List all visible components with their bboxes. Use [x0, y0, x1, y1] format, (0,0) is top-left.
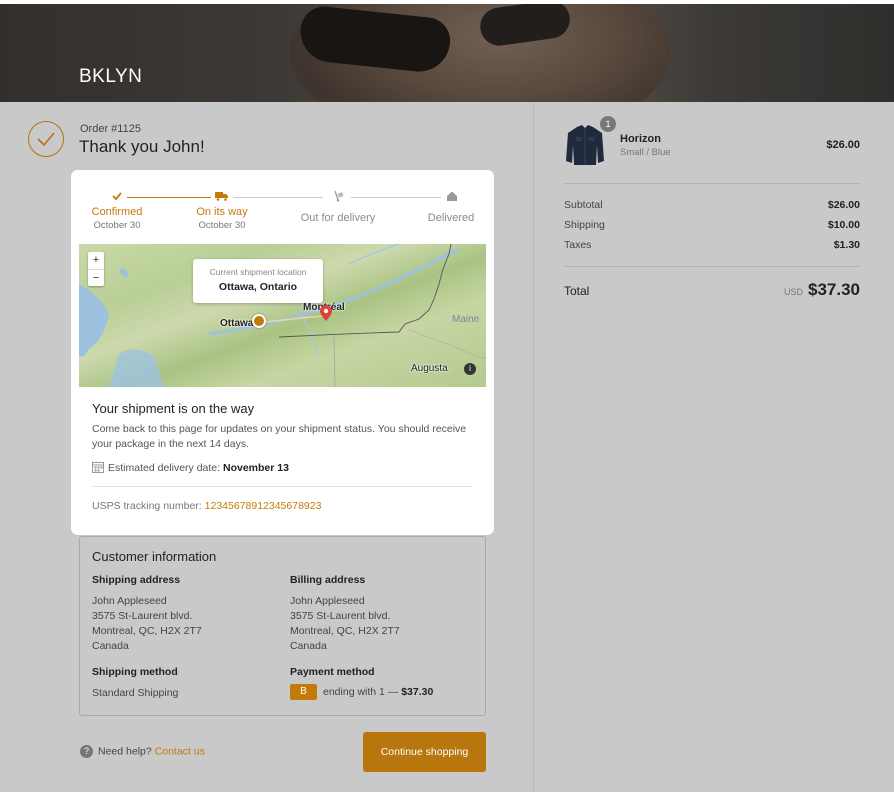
step-on-its-way: On its way October 30: [172, 206, 272, 231]
column-divider: [533, 102, 534, 792]
shipment-status-heading: Your shipment is on the way: [92, 401, 255, 416]
map-info-icon[interactable]: i: [464, 363, 476, 375]
product-name: Horizon: [620, 133, 661, 145]
shipping-row: Shipping $10.00: [564, 219, 860, 231]
tooltip-location: Ottawa, Ontario: [218, 281, 298, 293]
zoom-in-button[interactable]: +: [88, 252, 104, 270]
address-line: John Appleseed: [290, 595, 365, 607]
step-label: Delivered: [427, 212, 475, 224]
address-line: Canada: [92, 640, 129, 652]
tracking-label: USPS tracking number:: [92, 500, 202, 512]
shipping-method: Shipping method Standard Shipping: [92, 665, 178, 701]
shipment-status-description: Come back to this page for updates on yo…: [92, 423, 467, 450]
progress-line: [233, 197, 323, 198]
product-price: $26.00: [826, 139, 860, 151]
contact-us-link[interactable]: Contact us: [155, 745, 205, 757]
taxes-label: Taxes: [564, 239, 592, 251]
billing-address-title: Billing address: [290, 574, 366, 586]
shipment-status-card: Confirmed October 30 On its way October …: [79, 178, 486, 527]
dolly-icon: [333, 190, 345, 205]
step-delivered: Delivered: [401, 212, 501, 224]
order-number: Order #1125: [80, 123, 141, 135]
payment-card-icon: B: [290, 684, 317, 700]
address-line: John Appleseed: [92, 595, 167, 607]
eta-value: November 13: [222, 462, 289, 474]
shipping-label: Shipping: [564, 219, 605, 231]
taxes-value: $1.30: [833, 239, 860, 251]
store-logo[interactable]: BKLYN: [79, 66, 142, 88]
truck-icon: [215, 191, 229, 204]
house-icon: [446, 190, 458, 205]
header-banner: BKLYN: [0, 4, 894, 102]
address-line: Montreal, QC, H2X 2T7: [290, 625, 400, 637]
step-date: October 30: [198, 220, 246, 231]
address-line: 3575 St-Laurent blvd.: [290, 610, 391, 622]
summary-divider: [564, 266, 860, 267]
shipping-method-value: Standard Shipping: [92, 687, 179, 699]
calendar-icon: [92, 461, 104, 476]
taxes-row: Taxes $1.30: [564, 239, 860, 251]
customer-info-heading: Customer information: [92, 549, 217, 564]
summary-divider: [564, 183, 860, 184]
step-confirmed: Confirmed October 30: [67, 206, 167, 231]
check-icon: [111, 190, 123, 205]
help-section: ? Need help? Contact us: [80, 745, 205, 758]
payment-method-title: Payment method: [290, 666, 375, 678]
subtotal-value: $26.00: [827, 199, 860, 211]
current-location-marker-icon: [252, 314, 266, 328]
map-label-ottawa: Ottawa: [220, 318, 254, 329]
step-date: October 30: [93, 220, 141, 231]
subtotal-row: Subtotal $26.00: [564, 199, 860, 211]
total-label: Total: [564, 284, 590, 298]
map-label-augusta: Augusta: [411, 363, 448, 374]
order-confirmed-check-icon: [28, 121, 64, 157]
map-zoom-controls: + −: [88, 252, 104, 286]
address-line: 3575 St-Laurent blvd.: [92, 610, 193, 622]
billing-address: Billing address John Appleseed 3575 St-L…: [290, 573, 400, 654]
tracking-info: USPS tracking number: 123456789123456789…: [92, 500, 321, 512]
progress-line: [351, 197, 441, 198]
payment-method: Payment method Bending with 1 — $37.30: [290, 665, 433, 700]
zoom-out-button[interactable]: −: [88, 270, 104, 287]
progress-line-done: [127, 197, 211, 198]
shipping-address: Shipping address John Appleseed 3575 St-…: [92, 573, 202, 654]
help-text: Need help?: [98, 745, 152, 758]
step-out-for-delivery: Out for delivery: [288, 212, 388, 224]
total-value: $37.30: [808, 280, 860, 299]
shipment-progress: Confirmed October 30 On its way October …: [79, 178, 486, 244]
card-divider: [92, 486, 473, 487]
continue-shopping-button[interactable]: Continue shopping: [363, 732, 486, 772]
step-label: Out for delivery: [300, 212, 376, 224]
tooltip-title: Current shipment location: [209, 267, 307, 277]
customer-information: Customer information Shipping address Jo…: [79, 536, 486, 716]
step-label: Confirmed: [91, 206, 143, 218]
payment-text: ending with 1 —: [323, 685, 399, 698]
step-label: On its way: [196, 206, 248, 218]
product-thumbnail: [564, 123, 606, 167]
product-variant: Small / Blue: [620, 147, 671, 158]
map-location-tooltip: Current shipment location Ottawa, Ontari…: [193, 259, 323, 303]
total-currency: USD: [784, 287, 804, 297]
payment-amount: $37.30: [401, 685, 434, 698]
thank-you-heading: Thank you John!: [79, 137, 205, 156]
quantity-badge: 1: [600, 116, 616, 132]
map-label-maine: Maine: [452, 314, 480, 325]
address-line: Montreal, QC, H2X 2T7: [92, 625, 202, 637]
tracking-number-link[interactable]: 12345678912345678923: [205, 500, 322, 512]
shipping-address-title: Shipping address: [92, 574, 181, 586]
destination-pin-icon: [320, 305, 332, 326]
shipment-map[interactable]: + − Current shipment location Ottawa, On…: [79, 244, 486, 387]
eta-label: Estimated delivery date:: [108, 462, 221, 474]
address-line: Canada: [290, 640, 327, 652]
shipping-value: $10.00: [827, 219, 860, 231]
subtotal-label: Subtotal: [564, 199, 603, 211]
shipping-method-title: Shipping method: [92, 666, 178, 678]
question-icon: ?: [80, 745, 93, 758]
estimated-delivery: Estimated delivery date: November 13: [92, 461, 289, 476]
